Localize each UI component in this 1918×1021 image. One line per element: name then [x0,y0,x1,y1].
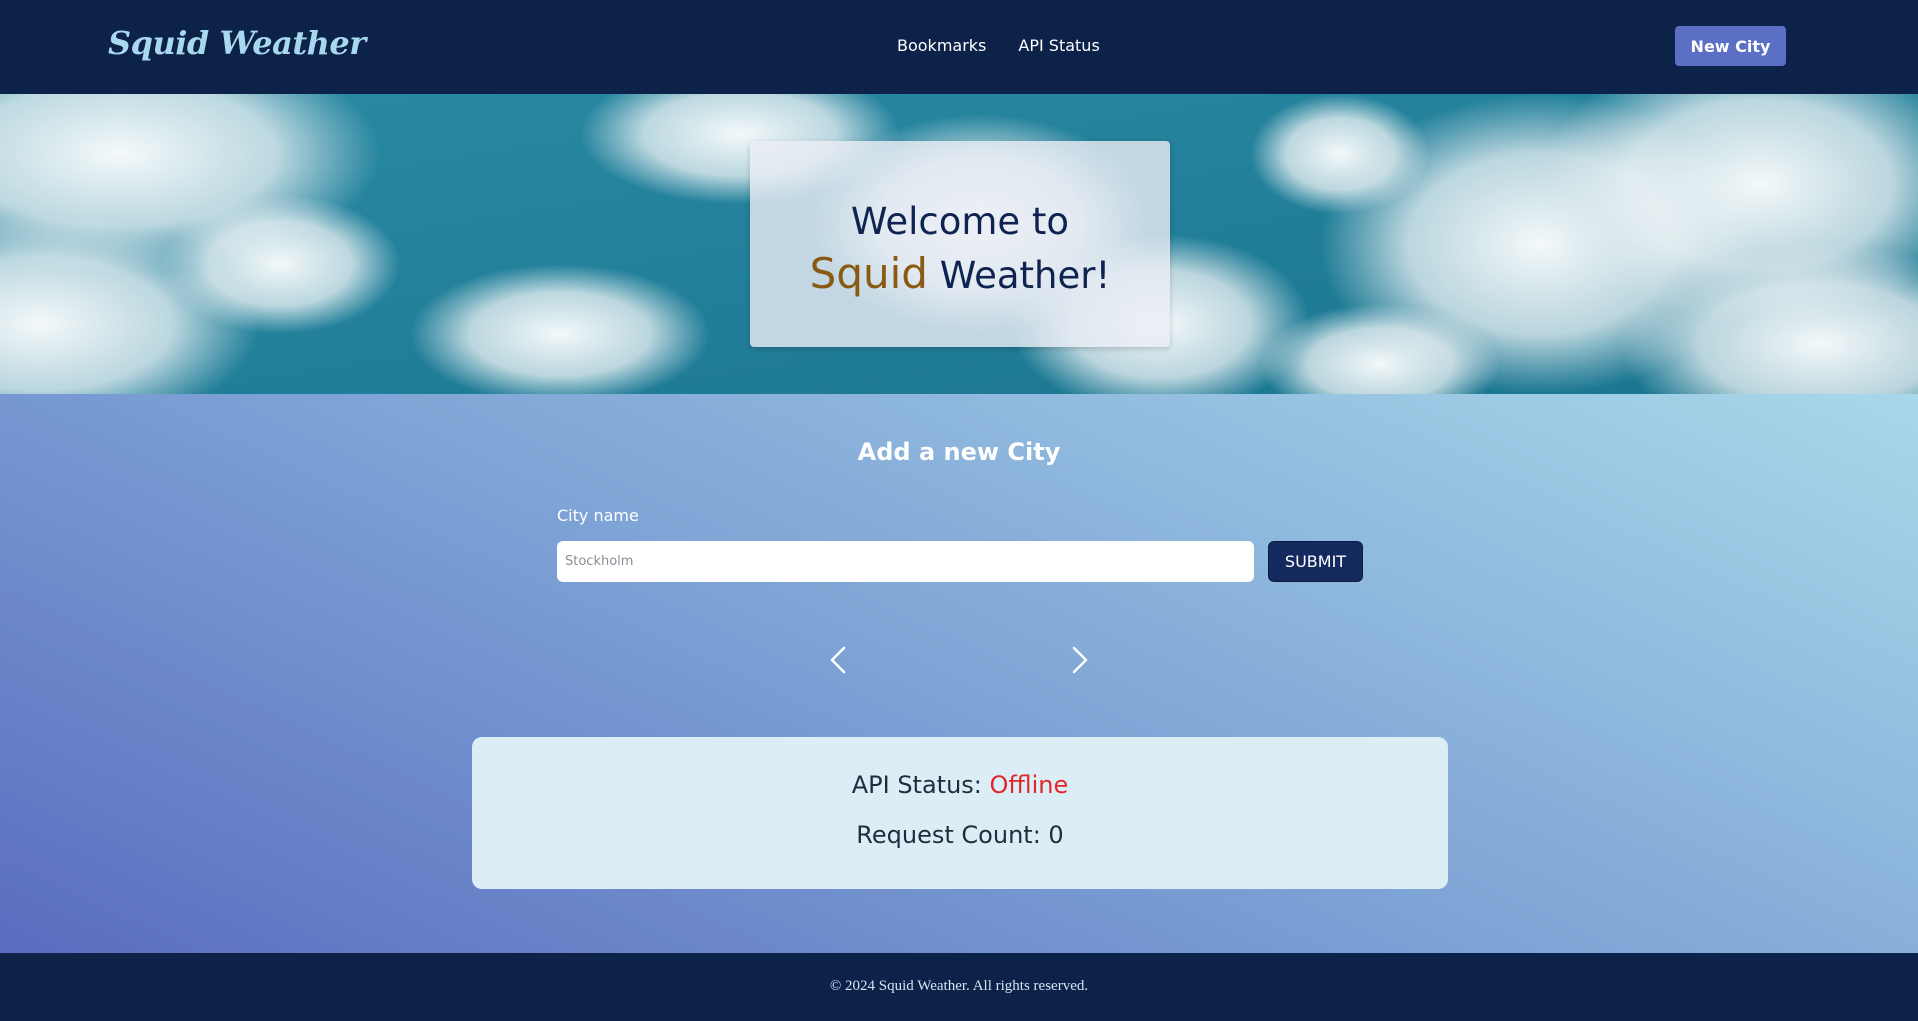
welcome-heading-rest: Weather! [927,254,1111,297]
welcome-heading-line2: Squid Weather! [750,248,1170,302]
nav-link-bookmarks[interactable]: Bookmarks [897,36,986,55]
footer: © 2024 Squid Weather. All rights reserve… [0,953,1918,1021]
request-count-line: Request Count: 0 [472,821,1448,849]
add-city-title: Add a new City [857,438,1061,466]
api-status-value: Offline [989,771,1069,799]
request-count-label: Request Count: [856,821,1049,849]
new-city-button[interactable]: New City [1675,26,1786,66]
chevron-left-icon[interactable] [826,644,850,676]
submit-button[interactable]: SUBMIT [1268,541,1363,582]
api-status-label: API Status: [851,771,990,799]
welcome-card: Welcome to Squid Weather! [750,141,1170,347]
top-navbar: Squid Weather Bookmarks API Status New C… [0,0,1918,94]
welcome-heading-line1: Welcome to [850,200,1070,243]
main-nav: Bookmarks API Status [897,36,1100,55]
api-status-card: API Status: Offline Request Count: 0 [472,737,1448,889]
copyright-text: © 2024 Squid Weather. All rights reserve… [829,978,1089,994]
main-section: Add a new City City name SUBMIT API Stat… [0,394,1918,953]
request-count-value: 0 [1048,821,1064,849]
api-status-line: API Status: Offline [472,771,1448,799]
nav-link-api-status[interactable]: API Status [1018,36,1099,55]
site-logo[interactable]: Squid Weather [108,24,366,62]
city-name-input[interactable] [557,541,1254,582]
city-name-label: City name [557,506,639,525]
welcome-accent-word: Squid [809,249,928,298]
chevron-right-icon[interactable] [1068,644,1092,676]
